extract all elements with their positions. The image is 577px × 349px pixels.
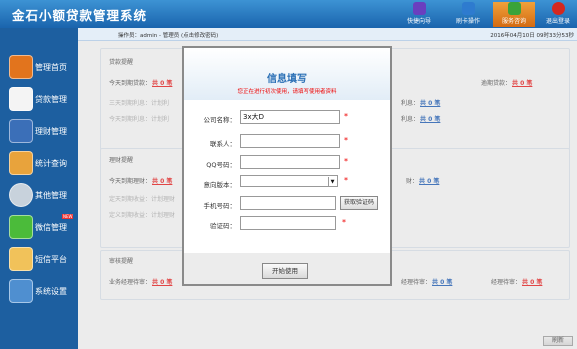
- service-consult-button[interactable]: 服务咨询: [493, 2, 535, 27]
- card-swipe-button[interactable]: 刷卡操作: [447, 2, 489, 27]
- quick-guide-label: 快捷向导: [406, 18, 431, 25]
- contact-field[interactable]: [240, 134, 340, 148]
- pie-chart-icon: [9, 151, 33, 175]
- tools-icon: [9, 279, 33, 303]
- card-swipe-label: 刷卡操作: [455, 18, 480, 25]
- version-select[interactable]: ▼: [240, 175, 338, 187]
- notepad-icon: [9, 87, 33, 111]
- quick-guide-button[interactable]: 快捷向导: [398, 2, 440, 27]
- info-dialog: 信息填写 您正在进行初次使用，请填写使用者资料 公司名称： 3x大D * 联系人…: [182, 46, 392, 286]
- logout-button[interactable]: 退出登录: [537, 2, 577, 27]
- verification-code-field[interactable]: [240, 216, 336, 230]
- envelope-icon: [9, 247, 33, 271]
- phone-field[interactable]: [240, 196, 336, 210]
- chrome-circle-icon: [9, 183, 33, 207]
- sidebar-item-wechat[interactable]: 微信管理 NEW: [0, 212, 78, 244]
- phone-label: 手机号码：: [203, 202, 237, 210]
- sidebar-item-label: 统计查询: [35, 159, 67, 168]
- wechat-icon: [9, 215, 33, 239]
- code-label: 验证码：: [210, 222, 236, 230]
- card-icon: [461, 2, 475, 15]
- contact-label: 联系人：: [210, 140, 236, 148]
- operator-info[interactable]: 操作员：admin - 管理员 (点击修改密码): [118, 31, 218, 39]
- required-mark: *: [344, 176, 348, 185]
- sidebar-item-label: 系统设置: [35, 287, 67, 296]
- qq-label: QQ号码：: [206, 161, 236, 169]
- dialog-title: 信息填写: [267, 74, 307, 85]
- dialog-header: 信息填写 您正在进行初次使用，请填写使用者资料: [184, 48, 390, 100]
- sidebar-item-settings[interactable]: 系统设置: [0, 276, 78, 308]
- required-mark: *: [344, 157, 348, 166]
- logout-label: 退出登录: [545, 18, 570, 25]
- sidebar-item-statistics[interactable]: 统计查询: [0, 148, 78, 180]
- required-mark: *: [344, 112, 348, 121]
- sidebar-item-label: 理财管理: [35, 127, 67, 136]
- app-title: 金石小额贷款管理系统: [12, 8, 148, 23]
- sidebar: 管理首页 贷款管理 理财管理 统计查询 其他管理 微信管理 NEW 短信平台 系…: [0, 28, 78, 349]
- sidebar-item-label: 微信管理: [35, 223, 67, 232]
- sidebar-item-loans[interactable]: 贷款管理: [0, 84, 78, 116]
- power-icon: [551, 2, 565, 15]
- sidebar-item-label: 贷款管理: [35, 95, 67, 104]
- dialog-form: 公司名称： 3x大D * 联系人： * QQ号码： * 意向版本： ▼ * 手机…: [184, 100, 390, 253]
- chevron-down-icon[interactable]: ▼: [328, 177, 336, 187]
- info-bar: 操作员：admin - 管理员 (点击修改密码) 2016年04月10日 09时…: [78, 28, 577, 41]
- sidebar-item-sms[interactable]: 短信平台: [0, 244, 78, 276]
- required-mark: *: [342, 218, 346, 227]
- new-badge: NEW: [62, 214, 74, 219]
- document-pen-icon: [9, 119, 33, 143]
- company-field[interactable]: 3x大D: [240, 110, 340, 124]
- required-mark: *: [344, 136, 348, 145]
- dialog-footer: 开始使用: [184, 253, 390, 284]
- dialog-note: 您正在进行初次使用，请填写使用者资料: [237, 89, 337, 95]
- version-label: 意向版本：: [203, 181, 237, 189]
- sidebar-item-label: 其他管理: [35, 191, 67, 200]
- qq-field[interactable]: [240, 155, 340, 169]
- top-header: 金石小额贷款管理系统 快捷向导 刷卡操作 服务咨询 退出登录: [0, 0, 577, 28]
- start-button[interactable]: 开始使用: [262, 263, 308, 279]
- sidebar-item-other[interactable]: 其他管理: [0, 180, 78, 212]
- home-icon: [9, 55, 33, 79]
- sidebar-item-label: 短信平台: [35, 255, 67, 264]
- current-datetime: 2016年04月10日 09时33分53秒: [490, 33, 574, 39]
- sidebar-item-finance[interactable]: 理财管理: [0, 116, 78, 148]
- service-consult-label: 服务咨询: [501, 18, 526, 25]
- wizard-icon: [412, 2, 426, 15]
- company-label: 公司名称：: [203, 116, 237, 124]
- sidebar-item-label: 管理首页: [35, 63, 67, 72]
- sidebar-item-home[interactable]: 管理首页: [0, 52, 78, 84]
- person-icon: [507, 2, 521, 15]
- get-code-button[interactable]: 获取验证码: [340, 196, 378, 210]
